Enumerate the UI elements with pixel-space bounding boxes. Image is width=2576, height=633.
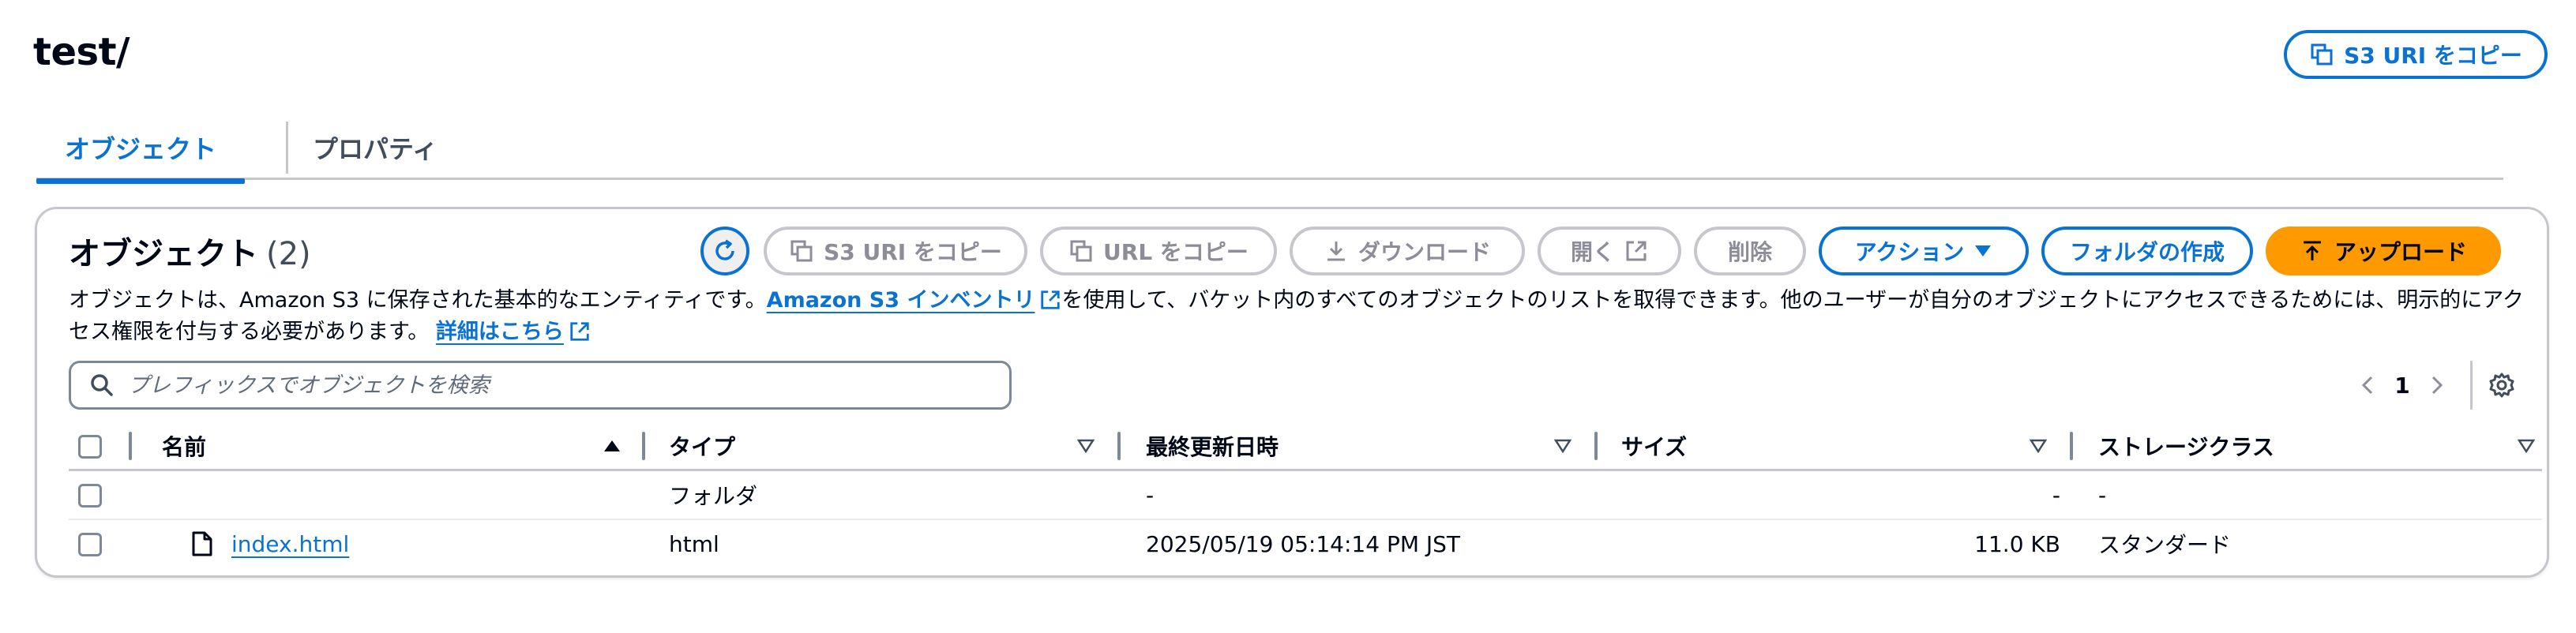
chevron-right-icon[interactable]	[2424, 373, 2448, 397]
sort-up-icon	[604, 440, 620, 451]
copy-s3-uri-label: S3 URI をコピー	[2344, 43, 2522, 69]
sort-storage-class[interactable]	[2517, 422, 2536, 470]
objects-panel: オブジェクト (2) S3 URI をコピー URL をコピー ダウンロード 開く…	[35, 207, 2549, 578]
actions-dropdown-button[interactable]: アクション	[1819, 227, 2029, 275]
external-link-icon	[1041, 290, 1061, 309]
search-box	[69, 361, 1012, 410]
sort-down-icon	[1553, 439, 1572, 454]
column-header-storage-class[interactable]: ストレージクラス	[2098, 422, 2274, 470]
copy-s3-uri-button-header[interactable]: S3 URI をコピー	[2284, 30, 2548, 79]
row-modified: 2025/05/19 05:14:14 PM JST	[1146, 530, 1461, 557]
create-folder-label: フォルダの作成	[2069, 239, 2225, 265]
search-input[interactable]	[128, 373, 965, 398]
caret-down-icon	[1975, 245, 1992, 257]
learn-more-label: 詳細はこちら	[435, 320, 564, 344]
sort-size[interactable]	[2029, 422, 2048, 470]
sort-down-icon	[1076, 439, 1095, 454]
row-type: フォルダ	[669, 483, 758, 509]
sort-down-icon	[2517, 439, 2536, 454]
upload-button[interactable]: アップロード	[2266, 227, 2501, 275]
tab-objects-label: オブジェクト	[65, 134, 217, 164]
download-button[interactable]: ダウンロード	[1290, 227, 1525, 275]
column-header-type[interactable]: タイプ	[669, 422, 735, 470]
refresh-icon	[715, 239, 734, 260]
copy-url-button[interactable]: URL をコピー	[1040, 227, 1277, 275]
column-divider	[1594, 432, 1598, 460]
inventory-link[interactable]: Amazon S3 インベントリ	[767, 288, 1062, 313]
object-name-link[interactable]: index.html	[231, 520, 349, 567]
open-label: 開く	[1570, 239, 1615, 265]
panel-title: オブジェクト (2)	[69, 228, 311, 274]
copy-icon	[790, 240, 813, 262]
tab-objects[interactable]: オブジェクト	[36, 115, 246, 184]
sort-type[interactable]	[1076, 422, 1095, 470]
column-divider	[642, 432, 645, 460]
column-divider	[2070, 432, 2073, 460]
copy-s3-uri-label: S3 URI をコピー	[824, 239, 1002, 265]
table-row: フォルダ - - -	[69, 471, 2542, 520]
description-text-1: オブジェクトは、Amazon S3 に保存された基本的なエンティティです。	[69, 288, 767, 313]
pagination-divider	[2470, 361, 2473, 410]
panel-title-text: オブジェクト	[69, 236, 258, 272]
tab-properties[interactable]: プロパティ	[313, 115, 437, 180]
download-label: ダウンロード	[1357, 239, 1491, 265]
column-divider	[1117, 432, 1121, 460]
file-icon	[192, 531, 212, 556]
row-modified: -	[1146, 481, 1155, 508]
copy-icon	[2311, 43, 2333, 66]
row-checkbox[interactable]	[78, 484, 102, 508]
object-count: (2)	[266, 236, 311, 272]
search-icon	[91, 374, 113, 396]
gear-icon[interactable]	[2488, 372, 2515, 399]
upload-label: アップロード	[2334, 239, 2467, 265]
delete-button[interactable]: 削除	[1694, 227, 1806, 275]
tab-bar: オブジェクト プロパティ	[36, 115, 2503, 184]
refresh-button[interactable]	[700, 227, 749, 275]
chevron-left-icon[interactable]	[2356, 373, 2380, 397]
file-icon-wrap	[190, 520, 214, 567]
column-divider	[129, 432, 132, 460]
select-all-checkbox[interactable]	[78, 435, 102, 459]
table-row: index.html html 2025/05/19 05:14:14 PM J…	[69, 520, 2542, 569]
objects-table: 名前 タイプ 最終更新日時 サイズ ストレージクラス フォルダ - - - in…	[69, 422, 2542, 569]
column-header-name[interactable]: 名前	[162, 422, 206, 470]
learn-more-link[interactable]: 詳細はこちら	[436, 320, 591, 344]
table-header-row: 名前 タイプ 最終更新日時 サイズ ストレージクラス	[69, 422, 2542, 471]
create-folder-button[interactable]: フォルダの作成	[2041, 227, 2253, 275]
copy-icon	[1070, 240, 1092, 262]
external-link-icon	[570, 322, 589, 341]
row-size: 11.0 KB	[1974, 530, 2060, 557]
row-checkbox[interactable]	[78, 533, 102, 556]
inventory-link-label: Amazon S3 インベントリ	[766, 288, 1035, 313]
sort-name[interactable]	[603, 422, 621, 470]
sort-modified[interactable]	[1553, 422, 1572, 470]
copy-s3-uri-button[interactable]: S3 URI をコピー	[764, 227, 1027, 275]
open-button[interactable]: 開く	[1538, 227, 1681, 275]
column-header-modified[interactable]: 最終更新日時	[1146, 422, 1279, 470]
download-icon	[1327, 242, 1345, 261]
external-link-icon	[1626, 241, 1647, 261]
row-size: -	[2052, 481, 2060, 508]
upload-icon	[2303, 241, 2321, 260]
sort-down-icon	[2029, 439, 2048, 454]
tab-properties-label: プロパティ	[313, 134, 438, 164]
tab-divider	[286, 122, 288, 174]
row-storage-class: -	[2098, 481, 2107, 508]
page-title: test/	[33, 30, 130, 74]
panel-description: オブジェクトは、Amazon S3 に保存された基本的なエンティティです。Ama…	[69, 285, 2525, 348]
row-storage-class: スタンダード	[2098, 532, 2232, 558]
copy-url-label: URL をコピー	[1103, 239, 1249, 265]
pagination: 1	[2356, 361, 2515, 410]
row-type: html	[669, 530, 719, 557]
actions-label: アクション	[1854, 239, 1965, 265]
column-header-size[interactable]: サイズ	[1621, 422, 1687, 470]
delete-label: 削除	[1727, 239, 1772, 265]
current-page[interactable]: 1	[2380, 373, 2424, 399]
